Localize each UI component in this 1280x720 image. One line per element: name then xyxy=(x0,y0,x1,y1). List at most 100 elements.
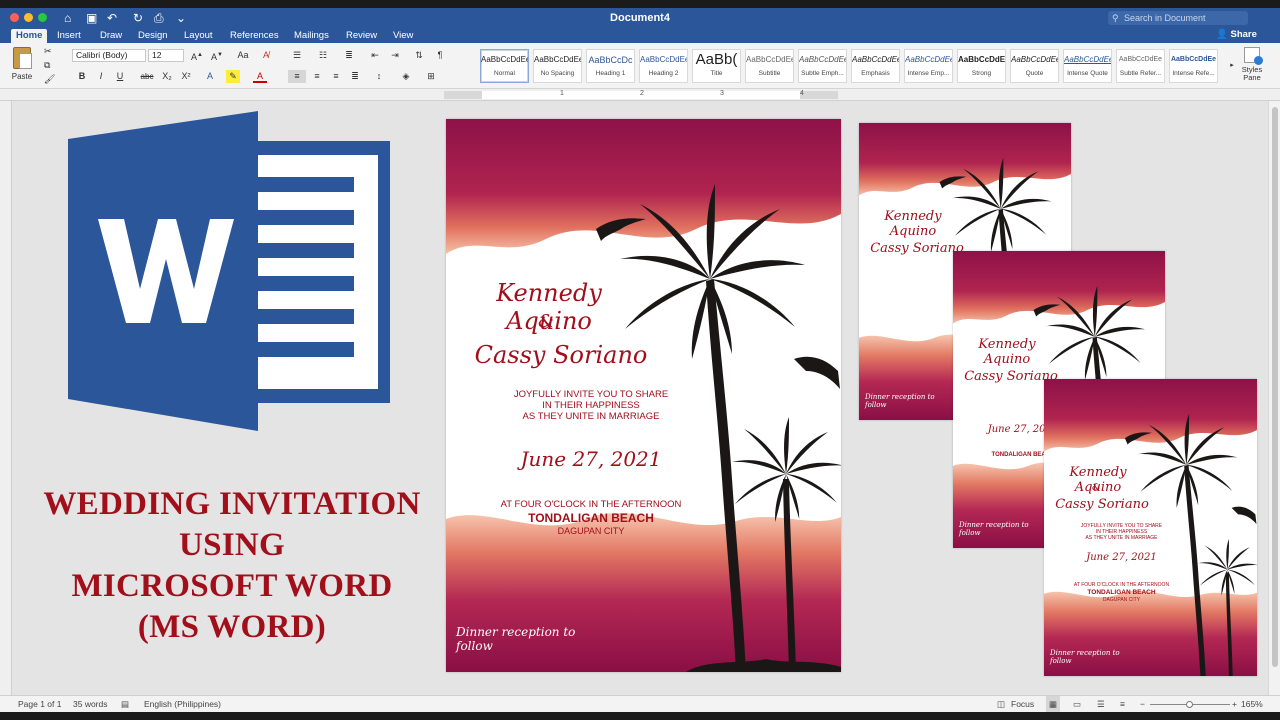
style-intense-reference[interactable]: AaBbCcDdEe Intense Refe... xyxy=(1169,49,1218,83)
zoom-slider-handle[interactable] xyxy=(1186,701,1193,708)
bullets-icon[interactable]: ☰ xyxy=(288,49,306,62)
pilcrow-icon[interactable]: ¶ xyxy=(434,49,446,62)
increase-indent-icon[interactable]: ⇥ xyxy=(388,49,402,62)
tab-review[interactable]: Review xyxy=(341,29,382,43)
font-name-select[interactable]: Calibri (Body) xyxy=(72,49,146,62)
italic-button[interactable]: I xyxy=(95,70,107,83)
style-heading-2[interactable]: AaBbCcDdEe Heading 2 xyxy=(639,49,688,83)
invitation-card-main[interactable]: Kennedy Aquino & Cassy Soriano JOYFULLY … xyxy=(446,119,841,672)
format-painter-icon[interactable]: 🖌 xyxy=(44,73,55,86)
ruler-label: 3 xyxy=(720,90,724,97)
align-left-icon[interactable]: ≡ xyxy=(288,70,306,83)
wedding-city: DAGUPAN CITY xyxy=(557,526,625,536)
style-preview: AaBbCcDdEe xyxy=(481,55,528,64)
style-intense-emphasis[interactable]: AaBbCcDdEe Intense Emp... xyxy=(904,49,953,83)
print-layout-icon[interactable]: ▦ xyxy=(1046,696,1061,712)
font-color-icon[interactable]: A xyxy=(253,70,267,83)
horizontal-ruler[interactable]: 1 2 3 4 xyxy=(0,89,1280,101)
styles-pane-button[interactable]: Styles Pane xyxy=(1238,47,1266,82)
decrease-indent-icon[interactable]: ⇤ xyxy=(368,49,382,62)
style-no-spacing[interactable]: AaBbCcDdEe No Spacing xyxy=(533,49,582,83)
ribbon-tabs: Home Insert Draw Design Layout Reference… xyxy=(0,28,1280,43)
outline-icon[interactable]: ☰ xyxy=(1097,696,1105,712)
draft-icon[interactable]: ≡ xyxy=(1120,696,1125,712)
align-right-icon[interactable]: ≡ xyxy=(328,70,344,83)
zoom-out-icon[interactable]: − xyxy=(1140,696,1145,712)
grow-font-icon[interactable]: A▲ xyxy=(189,49,205,62)
tab-view[interactable]: View xyxy=(388,29,418,43)
zoom-in-icon[interactable]: + xyxy=(1232,696,1237,712)
wedding-venue: TONDALIGAN BEACH xyxy=(1087,589,1156,596)
wedding-city: DAGUPAN CITY xyxy=(1102,597,1141,603)
text-effects-icon[interactable]: A xyxy=(203,70,217,83)
borders-icon[interactable]: ⊞ xyxy=(422,70,440,83)
style-heading-1[interactable]: AaBbCcDc Heading 1 xyxy=(586,49,635,83)
proofing-icon[interactable]: ▤ xyxy=(121,696,129,712)
tab-draw[interactable]: Draw xyxy=(95,29,127,43)
style-title[interactable]: AaBb( Title xyxy=(692,49,741,83)
numbering-icon[interactable]: ☷ xyxy=(314,49,332,62)
tab-references[interactable]: References xyxy=(225,29,284,43)
language[interactable]: English (Philippines) xyxy=(144,696,221,712)
style-normal[interactable]: AaBbCcDdEe Normal xyxy=(480,49,529,83)
style-preview: AaBbCcDdEe xyxy=(746,55,793,64)
tab-insert[interactable]: Insert xyxy=(52,29,86,43)
vertical-scrollbar[interactable] xyxy=(1268,101,1280,695)
bold-button[interactable]: B xyxy=(76,70,88,83)
page-count[interactable]: Page 1 of 1 xyxy=(18,696,61,712)
scrollbar-thumb[interactable] xyxy=(1272,107,1278,667)
copy-icon[interactable]: ⧉ xyxy=(44,59,50,72)
styles-gallery: AaBbCcDdEe Normal AaBbCcDdEe No Spacing … xyxy=(476,49,1226,83)
focus-button[interactable]: Focus xyxy=(1011,696,1034,712)
zoom-level[interactable]: 165% xyxy=(1241,696,1263,712)
ampersand: & xyxy=(1091,483,1100,493)
web-layout-icon[interactable]: ▭ xyxy=(1073,696,1081,712)
right-margin xyxy=(800,91,838,99)
justify-icon[interactable]: ≣ xyxy=(347,70,363,83)
underline-button[interactable]: U xyxy=(114,70,126,83)
change-case-icon[interactable]: Aa xyxy=(237,49,249,62)
style-name: Heading 1 xyxy=(595,70,626,77)
style-subtle-reference[interactable]: AaBbCcDdEe Subtle Refer... xyxy=(1116,49,1165,83)
font-size-select[interactable]: 12 xyxy=(148,49,184,62)
styles-more-icon[interactable]: ▸ xyxy=(1228,59,1236,72)
clear-formatting-icon[interactable]: A̸ xyxy=(259,49,273,62)
superscript-button[interactable]: X² xyxy=(179,70,193,83)
share-button[interactable]: 👤 Share xyxy=(1216,29,1257,40)
tab-mailings[interactable]: Mailings xyxy=(289,29,334,43)
style-preview: AaBbCcDdEe xyxy=(1118,56,1163,63)
style-intense-quote[interactable]: AaBbCcDdEe Intense Quote xyxy=(1063,49,1112,83)
shading-icon[interactable]: ◈ xyxy=(398,70,414,83)
tab-layout[interactable]: Layout xyxy=(179,29,218,43)
align-center-icon[interactable]: ≡ xyxy=(309,70,325,83)
vertical-ruler[interactable] xyxy=(0,101,12,695)
sort-icon[interactable]: ⇅ xyxy=(412,49,426,62)
line-spacing-icon[interactable]: ↕ xyxy=(370,70,388,83)
styles-pane-label: Styles Pane xyxy=(1241,65,1263,82)
subscript-button[interactable]: X₂ xyxy=(160,70,174,83)
focus-icon[interactable]: ◫ xyxy=(997,696,1005,712)
style-quote[interactable]: AaBbCcDdEe Quote xyxy=(1010,49,1059,83)
style-subtitle[interactable]: AaBbCcDdEe Subtitle xyxy=(745,49,794,83)
ruler-label: 1 xyxy=(560,90,564,97)
highlight-icon[interactable]: ✎ xyxy=(226,70,240,83)
multilevel-list-icon[interactable]: ≣ xyxy=(340,49,358,62)
status-bar: Page 1 of 1 35 words ▤ English (Philippi… xyxy=(0,695,1280,712)
tab-home[interactable]: Home xyxy=(11,29,48,43)
search-document-input[interactable]: ⚲ Search in Document xyxy=(1108,11,1248,25)
invitation-card-preview-3[interactable]: Kennedy Aquino & Cassy Soriano JOYFULLY … xyxy=(1044,379,1257,676)
style-strong[interactable]: AaBbCcDdEe Strong xyxy=(957,49,1006,83)
style-subtle-emphasis[interactable]: AaBbCcDdEe Subtle Emph... xyxy=(798,49,847,83)
paste-button[interactable]: Paste xyxy=(8,47,36,85)
style-preview: AaBbCcDc xyxy=(588,55,633,65)
cut-icon[interactable]: ✂ xyxy=(44,45,52,58)
style-preview: AaBbCcDdEe xyxy=(1170,56,1217,63)
wedding-date: June 27, 2021 xyxy=(520,447,662,471)
headline-line: (MS WORD) xyxy=(137,609,327,645)
tab-design[interactable]: Design xyxy=(133,29,173,43)
strikethrough-button[interactable]: abc xyxy=(139,70,155,83)
style-preview: AaBbCcDdEe xyxy=(799,55,846,64)
shrink-font-icon[interactable]: A▼ xyxy=(209,49,225,62)
style-emphasis[interactable]: AaBbCcDdEe Emphasis xyxy=(851,49,900,83)
word-count[interactable]: 35 words xyxy=(73,696,108,712)
